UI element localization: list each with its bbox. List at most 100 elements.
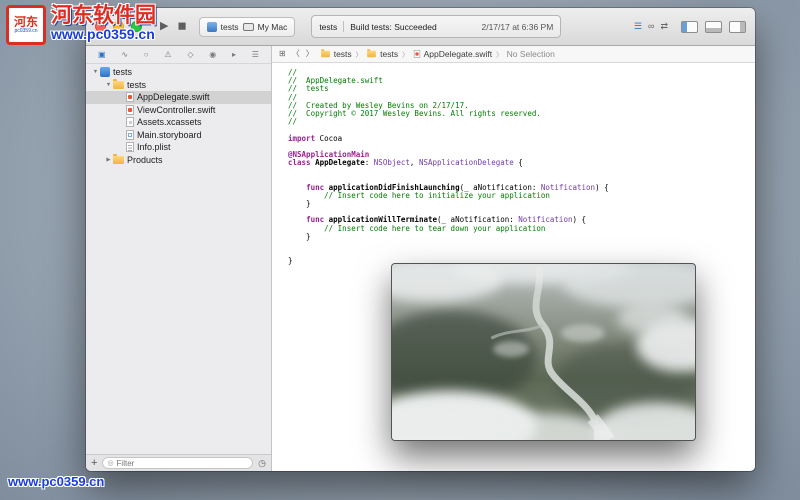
project-icon bbox=[100, 67, 110, 78]
code-line: // Insert code here to tear down your ap… bbox=[288, 223, 546, 233]
file-tree-item[interactable]: ▶ Products bbox=[86, 153, 271, 167]
toggle-navigator-button[interactable] bbox=[681, 20, 698, 33]
run-button[interactable]: ▶ bbox=[160, 21, 168, 32]
toggle-debug-area-button[interactable] bbox=[705, 20, 722, 33]
scheme-selector[interactable]: tests My Mac bbox=[198, 16, 296, 37]
folder-icon bbox=[113, 78, 124, 89]
code-line: // Insert code here to initialize your a… bbox=[288, 190, 550, 200]
code-line: // AppDelegate.swift bbox=[288, 76, 383, 86]
desktop: ▶ ◼ tests My Mac tests Build tests: Succ… bbox=[0, 0, 800, 500]
standard-editor-button[interactable]: ☰ bbox=[634, 22, 642, 31]
file-name: Main.storyboard bbox=[137, 129, 202, 140]
file-name: tests bbox=[113, 67, 133, 78]
site-logo-text: 河东软件园 www.pc0359.cn bbox=[51, 4, 156, 43]
code-line: // bbox=[288, 117, 298, 127]
run-controls: ▶ ◼ bbox=[160, 21, 187, 32]
file-name: AppDelegate.swift bbox=[137, 92, 210, 103]
folder-icon bbox=[113, 153, 124, 164]
site-watermark-bottom: www.pc0359.cn bbox=[8, 474, 105, 489]
crumb-label: AppDelegate.swift bbox=[423, 49, 493, 59]
disclosure-triangle-icon[interactable]: ▶ bbox=[104, 157, 113, 163]
code-line: import Cocoa bbox=[288, 133, 343, 143]
assets-icon bbox=[126, 117, 134, 128]
crumb-separator-icon: 〉 bbox=[355, 52, 363, 59]
related-items-icon[interactable]: ⊞ bbox=[279, 50, 286, 58]
crumb-label: tests bbox=[333, 49, 352, 59]
filter-icon: ◎ bbox=[107, 459, 114, 467]
add-button[interactable]: + bbox=[91, 457, 97, 469]
toolbar-right-groups: ☰ ∞ ⇄ bbox=[634, 20, 746, 33]
file-tree-item[interactable]: Assets.xcassets bbox=[86, 116, 271, 129]
status-time: 2/17/17 at 6:36 PM bbox=[481, 21, 554, 32]
file-tree-item[interactable]: ViewController.swift bbox=[86, 104, 271, 117]
file-name: tests bbox=[127, 79, 147, 90]
debug-navigator-tab[interactable]: ◉ bbox=[209, 50, 216, 59]
issue-navigator-tab[interactable]: ⚠ bbox=[164, 50, 171, 59]
destination-display-icon bbox=[242, 22, 254, 31]
status-project: tests bbox=[319, 21, 338, 32]
forward-button[interactable]: 〉 bbox=[306, 50, 314, 58]
seal-subtext: pc0359.cn bbox=[14, 28, 38, 34]
view-toggle-buttons bbox=[681, 20, 746, 33]
jumpbar-crumb[interactable]: AppDelegate.swift bbox=[413, 49, 493, 59]
recent-files-button[interactable]: ◷ bbox=[258, 458, 266, 468]
site-logo-seal-icon: 河东 pc0359.cn bbox=[6, 5, 46, 45]
navigator-tab-bar: ▣ ∿ ○ ⚠ ◇ ◉ ▸ ☰ bbox=[86, 46, 271, 64]
sidebar-filter-bar: + ◎ ◷ bbox=[86, 454, 271, 471]
folder-icon bbox=[320, 49, 330, 58]
crumb-label: No Selection bbox=[506, 49, 555, 59]
swift-icon bbox=[126, 104, 134, 115]
breakpoint-navigator-tab[interactable]: ▸ bbox=[232, 50, 236, 59]
swift-icon bbox=[413, 50, 420, 58]
activity-viewer: tests Build tests: Succeeded 2/17/17 at … bbox=[311, 15, 562, 38]
jumpbar-crumb[interactable]: No Selection bbox=[507, 49, 555, 59]
swift-icon bbox=[126, 92, 134, 103]
scheme-app-icon bbox=[206, 21, 217, 32]
site-name: 河东软件园 bbox=[51, 4, 156, 27]
report-navigator-tab[interactable]: ☰ bbox=[252, 50, 259, 59]
file-tree-item[interactable]: ▼ tests bbox=[86, 66, 271, 79]
filter-input[interactable]: ◎ bbox=[102, 457, 254, 469]
jump-bar: ⊞ 〈 〉 tests 〉 tests 〉 AppDelegate.swift 〉 No S… bbox=[272, 46, 755, 63]
disclosure-triangle-icon[interactable]: ▼ bbox=[104, 82, 113, 88]
scheme-name: tests bbox=[220, 21, 239, 32]
find-navigator-tab[interactable]: ○ bbox=[144, 50, 149, 59]
back-button[interactable]: 〈 bbox=[292, 50, 300, 58]
navigator-sidebar: ▣ ∿ ○ ⚠ ◇ ◉ ▸ ☰ ▼ tests ▼ tests AppDelegate.swift Vi… bbox=[86, 46, 272, 471]
seal-glyph: 河东 bbox=[13, 15, 38, 29]
status-divider bbox=[343, 21, 345, 32]
test-navigator-tab[interactable]: ◇ bbox=[187, 50, 193, 59]
code-line: } bbox=[288, 231, 311, 241]
folder-icon bbox=[367, 49, 377, 58]
jumpbar-crumb[interactable]: tests bbox=[366, 49, 398, 59]
file-name: ViewController.swift bbox=[137, 104, 216, 115]
file-name: Products bbox=[127, 154, 163, 165]
version-editor-button[interactable]: ⇄ bbox=[660, 22, 667, 31]
file-tree-item[interactable]: AppDelegate.swift bbox=[86, 91, 271, 104]
editor-mode-buttons: ☰ ∞ ⇄ bbox=[634, 22, 668, 31]
file-tree-item[interactable]: Main.storyboard bbox=[86, 129, 271, 142]
video-overlay-window[interactable] bbox=[391, 263, 696, 441]
crumb-separator-icon: 〉 bbox=[496, 52, 503, 59]
disclosure-triangle-icon[interactable]: ▼ bbox=[91, 69, 100, 75]
assistant-editor-button[interactable]: ∞ bbox=[648, 22, 655, 31]
source-control-navigator-tab[interactable]: ∿ bbox=[121, 50, 128, 59]
stop-button[interactable]: ◼ bbox=[177, 21, 186, 32]
file-tree-item[interactable]: ▼ tests bbox=[86, 78, 271, 92]
status-message: Build tests: Succeeded bbox=[350, 21, 437, 32]
toolbar: ▶ ◼ tests My Mac tests Build tests: Succ… bbox=[86, 8, 755, 46]
project-navigator-tab[interactable]: ▣ bbox=[98, 50, 106, 59]
site-url-top: www.pc0359.cn bbox=[51, 26, 155, 43]
jumpbar-crumb[interactable]: tests bbox=[320, 49, 352, 59]
plist-icon bbox=[126, 142, 134, 153]
site-watermark-top: 河东 pc0359.cn 河东软件园 www.pc0359.cn bbox=[6, 4, 156, 45]
filter-text-input[interactable] bbox=[116, 458, 249, 468]
project-file-tree: ▼ tests ▼ tests AppDelegate.swift ViewControl… bbox=[86, 64, 271, 454]
toggle-utilities-button[interactable] bbox=[729, 20, 746, 33]
file-tree-item[interactable]: Info.plist bbox=[86, 141, 271, 154]
code-line: // Copyright © 2017 Wesley Bevins. All r… bbox=[288, 108, 541, 118]
destination-name: My Mac bbox=[257, 21, 288, 32]
